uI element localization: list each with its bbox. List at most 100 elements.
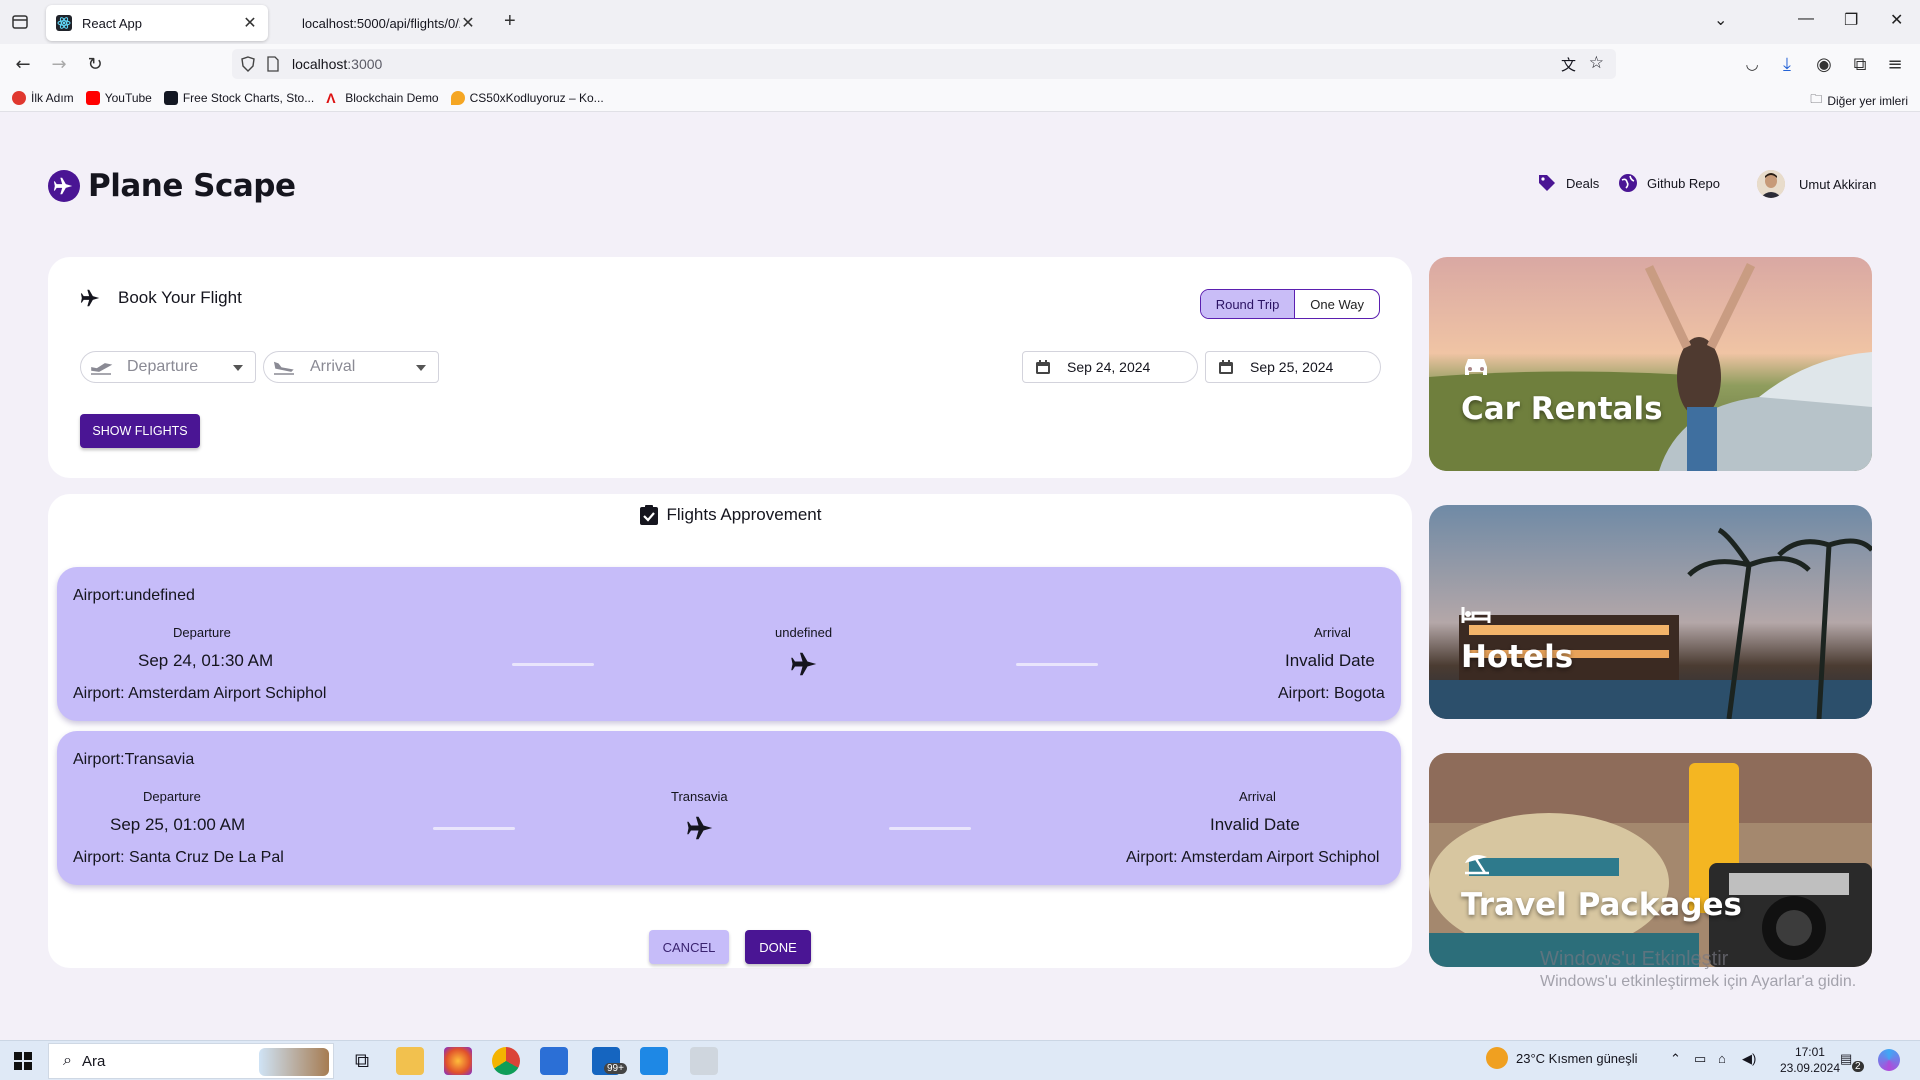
extensions-icon[interactable]: ⧉	[1849, 53, 1871, 75]
clock-time: 17:01	[1794, 1045, 1825, 1059]
volume-icon[interactable]: ◀)	[1742, 1051, 1756, 1067]
travel-packages-card[interactable]: Travel Packages	[1429, 753, 1872, 967]
tab-react-app[interactable]: React App ✕	[46, 5, 268, 41]
cancel-button[interactable]: CANCEL	[649, 930, 729, 964]
hotels-image	[1429, 505, 1872, 719]
nav-deals[interactable]: Deals	[1536, 172, 1599, 194]
takeoff-icon	[89, 357, 115, 377]
trip-type-toggle: Round Trip One Way	[1199, 289, 1380, 319]
notifications-icon[interactable]: ▤	[1840, 1051, 1852, 1067]
close-window-icon[interactable]: ✕	[1890, 10, 1903, 30]
bookmark-star-icon[interactable]: ☆	[1589, 53, 1604, 73]
url-bar[interactable]: localhost:3000 文 ☆	[232, 49, 1616, 79]
tag-icon	[1536, 172, 1558, 194]
network-icon[interactable]: ⌂	[1718, 1051, 1726, 1066]
arrival-select[interactable]: Arrival	[263, 351, 439, 383]
tab-title: React App	[82, 15, 142, 31]
flight-card[interactable]: Airport:Transavia Departure Sep 25, 01:0…	[57, 731, 1401, 885]
approvement-heading: Flights Approvement	[48, 504, 1412, 526]
task-view-icon[interactable]: ⧉	[348, 1047, 376, 1075]
arrival-label: Arrival	[1314, 625, 1351, 640]
car-rentals-card[interactable]: Car Rentals	[1429, 257, 1872, 471]
tradingview-icon	[163, 90, 178, 105]
tab-list-icon[interactable]	[10, 12, 30, 32]
restore-icon[interactable]: ❐	[1844, 10, 1858, 30]
bookmark-youtube[interactable]: YouTube	[85, 90, 152, 105]
tracking-shield-icon[interactable]	[240, 56, 256, 72]
travel-packages-label: Travel Packages	[1461, 887, 1742, 923]
route-line	[1016, 663, 1098, 666]
book-flight-title: Book Your Flight	[118, 288, 242, 307]
minimize-icon[interactable]: —	[1798, 10, 1814, 28]
bookmark-label: YouTube	[104, 90, 152, 105]
departure-time: Sep 24, 01:30 AM	[138, 651, 274, 670]
clock-date: 23.09.2024	[1779, 1061, 1840, 1075]
globe-icon	[1617, 172, 1639, 194]
show-hidden-icons-icon[interactable]: ⌃	[1670, 1051, 1681, 1067]
new-tab-icon[interactable]: +	[504, 10, 516, 33]
battery-icon[interactable]: ▭	[1694, 1051, 1706, 1067]
list-all-tabs-icon[interactable]: ⌄	[1714, 10, 1727, 30]
blockchain-icon: Λ	[326, 89, 336, 106]
chrome-icon[interactable]	[492, 1047, 520, 1075]
car-rentals-image	[1429, 257, 1872, 471]
clock[interactable]: 17:01 23.09.2024	[1780, 1044, 1840, 1076]
flight-card[interactable]: Airport:undefined Departure Sep 24, 01:3…	[57, 567, 1401, 721]
downloads-icon[interactable]: ⤓	[1776, 53, 1798, 75]
weather-icon[interactable]	[1486, 1047, 1508, 1069]
arrival-placeholder: Arrival	[310, 358, 356, 375]
reload-icon[interactable]: ↻	[84, 53, 106, 75]
nav-github-label: Github Repo	[1647, 175, 1720, 191]
pocket-icon[interactable]: ◡	[1741, 53, 1763, 75]
nav-user[interactable]: Umut Akkiran	[1757, 170, 1876, 198]
logo[interactable]: Plane Scape	[48, 168, 296, 204]
store-icon[interactable]	[540, 1047, 568, 1075]
weather-text[interactable]: 23°C Kısmen güneşli	[1516, 1051, 1638, 1066]
forward-icon[interactable]: →	[48, 53, 70, 75]
bookmark-blockchain-demo[interactable]: Λ Blockchain Demo	[326, 91, 438, 105]
departure-time: Sep 25, 01:00 AM	[110, 815, 246, 834]
done-button[interactable]: DONE	[745, 930, 811, 964]
account-icon[interactable]: ◉	[1813, 53, 1835, 75]
arrival-airport: Airport: Bogota	[1278, 685, 1385, 702]
close-tab-icon[interactable]: ✕	[460, 13, 476, 33]
bookmark-label: Blockchain Demo	[345, 90, 439, 105]
nav-github[interactable]: Github Repo	[1617, 172, 1720, 194]
activation-watermark-title: Windows'u Etkinleştir	[1540, 948, 1729, 970]
departure-select[interactable]: Departure	[80, 351, 256, 383]
close-tab-icon[interactable]: ✕	[242, 13, 258, 33]
taskbar-search[interactable]: ⌕ Ara	[48, 1043, 334, 1079]
arrival-label: Arrival	[1239, 789, 1276, 804]
back-icon[interactable]: ←	[12, 53, 34, 75]
menu-icon[interactable]: ≡	[1884, 53, 1906, 75]
bookmark-ilk-adim[interactable]: İlk Adım	[12, 90, 74, 105]
url-text: localhost:3000	[292, 56, 383, 72]
bookmarks-bar: İlk Adım YouTube Free Stock Charts, Sto.…	[0, 84, 1920, 112]
file-explorer-icon[interactable]	[396, 1047, 424, 1075]
return-date-field[interactable]: Sep 25, 2024	[1205, 351, 1381, 383]
bookmark-label: CS50xKodluyoruz – Ko...	[469, 90, 604, 105]
flights-approvement-card: Flights Approvement Airport:undefined De…	[48, 494, 1412, 968]
hotels-card[interactable]: Hotels	[1429, 505, 1872, 719]
tab-api-flights[interactable]: localhost:5000/api/flights/0/202 ✕	[292, 5, 486, 41]
other-bookmarks[interactable]: 🗀 Diğer yer imleri	[1810, 90, 1908, 111]
depart-date-field[interactable]: Sep 24, 2024	[1022, 351, 1198, 383]
bookmark-tradingview[interactable]: Free Stock Charts, Sto...	[163, 90, 314, 105]
notepad-icon[interactable]	[690, 1047, 718, 1075]
vscode-icon[interactable]	[640, 1047, 668, 1075]
firefox-icon	[12, 90, 26, 105]
one-way-button[interactable]: One Way	[1295, 290, 1379, 318]
copilot-icon[interactable]	[1878, 1049, 1900, 1071]
windows-start-icon[interactable]	[14, 1052, 32, 1070]
round-trip-button[interactable]: Round Trip	[1200, 290, 1296, 318]
travel-packages-image	[1429, 753, 1872, 967]
show-flights-button[interactable]: SHOW FLIGHTS	[80, 414, 200, 448]
translate-icon[interactable]: 文	[1561, 54, 1576, 75]
bookmark-label: İlk Adım	[31, 90, 74, 105]
bookmark-cs50x[interactable]: CS50xKodluyoruz – Ko...	[450, 90, 604, 105]
route-line	[433, 827, 515, 830]
page-info-icon[interactable]	[266, 56, 280, 72]
return-date-value: Sep 25, 2024	[1250, 359, 1334, 375]
search-highlight-image	[259, 1048, 329, 1076]
firefox-taskbar-icon[interactable]	[444, 1047, 472, 1075]
